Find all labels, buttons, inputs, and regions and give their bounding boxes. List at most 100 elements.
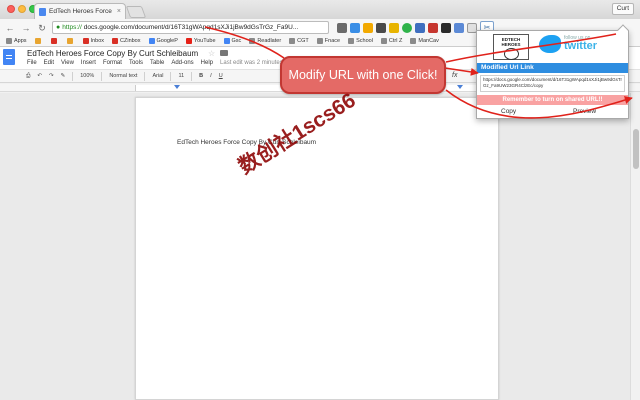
scroll-thumb[interactable] xyxy=(633,129,639,169)
bookmark-label: Ctrl Z xyxy=(388,38,403,44)
extension-icon[interactable] xyxy=(337,22,347,33)
bookmark-item[interactable]: CGT xyxy=(286,38,314,44)
extension-icon[interactable] xyxy=(363,22,373,33)
twitter-wordmark: twitter xyxy=(564,40,597,52)
folder-icon[interactable] xyxy=(220,50,228,56)
copy-button[interactable]: Copy xyxy=(501,108,516,115)
bookmark-favicon-icon xyxy=(82,38,89,44)
tab-close-icon[interactable]: × xyxy=(117,8,121,15)
forward-icon[interactable]: → xyxy=(20,22,32,34)
bookmark-label: Gsc xyxy=(231,38,242,44)
font-select[interactable]: Arial xyxy=(152,73,163,79)
address-bar[interactable]: ● https:// docs.google.com/document/d/16… xyxy=(52,21,329,34)
bookmark-item[interactable]: School xyxy=(345,38,378,44)
bookmark-favicon-icon xyxy=(380,38,387,44)
menu-item-tools[interactable]: Tools xyxy=(129,60,143,66)
toolbar-divider xyxy=(72,71,74,81)
underline-button[interactable]: U xyxy=(219,73,223,79)
extension-icon[interactable] xyxy=(376,22,386,33)
bookmark-label: Inbox xyxy=(90,38,105,44)
browser-tab[interactable]: EdTech Heroes Force Copy × xyxy=(34,3,126,19)
docs-favicon-icon xyxy=(39,7,46,16)
toolbar-divider xyxy=(170,71,172,81)
toolbar-divider xyxy=(144,71,146,81)
bookmark-favicon-icon xyxy=(410,38,417,44)
bookmark-label: Apps xyxy=(14,38,27,44)
print-icon[interactable]: ⎙ xyxy=(26,73,30,80)
bookmark-item[interactable]: Fnace xyxy=(314,38,345,44)
bookmark-item[interactable]: ManCav xyxy=(407,38,443,44)
bookmark-item[interactable] xyxy=(32,38,48,44)
bookmark-label: CGT xyxy=(297,38,309,44)
modified-url-field[interactable]: https://docs.google.com/document/d/16T31… xyxy=(480,75,625,92)
bookmark-favicon-icon xyxy=(66,38,73,44)
bookmark-favicon-icon xyxy=(249,38,256,44)
bookmark-favicon-icon xyxy=(34,38,41,44)
bookmark-item[interactable]: CZinbox xyxy=(109,38,145,44)
formula-icon[interactable]: fx xyxy=(452,72,457,79)
bookmark-item[interactable]: Readlater xyxy=(246,38,286,44)
right-indent-marker-icon[interactable] xyxy=(457,85,463,89)
bookmark-item[interactable]: GoogleP xyxy=(146,38,183,44)
font-size-select[interactable]: 11 xyxy=(178,73,184,79)
bookmark-item[interactable] xyxy=(64,38,80,44)
bookmark-label: Fnace xyxy=(324,38,341,44)
bookmark-favicon-icon xyxy=(6,38,12,44)
bookmark-item[interactable]: Inbox xyxy=(80,38,109,44)
menu-item-addons[interactable]: Add-ons xyxy=(171,60,193,66)
menu-item-table[interactable]: Table xyxy=(150,60,164,66)
bookmark-favicon-icon xyxy=(148,38,155,44)
extension-icon[interactable] xyxy=(389,22,399,33)
bookmark-item[interactable]: Ctrl Z xyxy=(378,38,407,44)
undo-icon[interactable]: ↶ xyxy=(37,73,42,79)
bookmark-favicon-icon xyxy=(50,38,57,44)
document-page[interactable]: EdTech Heroes Force Copy By Curt Schleib… xyxy=(135,97,499,400)
bookmark-item[interactable]: YouTube xyxy=(183,38,221,44)
bookmark-label: School xyxy=(356,38,373,44)
edtech-heroes-logo[interactable]: EDTECH HEROES xyxy=(493,34,529,60)
bookmark-item[interactable]: Gsc xyxy=(221,38,247,44)
vertical-scrollbar[interactable] xyxy=(630,93,640,400)
extension-icon[interactable] xyxy=(441,22,451,33)
url-protocol: https:// xyxy=(62,24,82,31)
logo-emblem-icon xyxy=(503,48,519,60)
bookmark-label: GoogleP xyxy=(156,38,178,44)
extension-icon[interactable] xyxy=(402,22,412,33)
style-select[interactable]: Normal text xyxy=(109,73,137,79)
star-icon[interactable]: ☆ xyxy=(208,49,215,58)
indent-marker-icon[interactable] xyxy=(174,85,180,89)
extension-icon[interactable] xyxy=(428,22,438,33)
extension-icon[interactable] xyxy=(454,22,464,33)
bookmark-favicon-icon xyxy=(223,38,230,44)
menu-item-format[interactable]: Format xyxy=(103,60,122,66)
document-canvas: EdTech Heroes Force Copy By Curt Schleib… xyxy=(0,93,640,400)
preview-button[interactable]: Preview xyxy=(573,108,596,115)
extension-icon[interactable] xyxy=(415,22,425,33)
menu-item-file[interactable]: File xyxy=(27,60,37,66)
menu-item-insert[interactable]: Insert xyxy=(81,60,96,66)
back-icon[interactable]: ← xyxy=(4,22,16,34)
window-minimize-button[interactable] xyxy=(18,5,26,13)
bold-button[interactable]: B xyxy=(199,73,203,79)
twitter-follow-link[interactable]: follow us on twitter xyxy=(539,35,597,53)
menu-item-edit[interactable]: Edit xyxy=(44,60,54,66)
extension-icon[interactable] xyxy=(350,22,360,33)
toolbar-divider xyxy=(101,71,103,81)
paint-format-icon[interactable]: ✎ xyxy=(61,73,66,79)
bookmark-favicon-icon xyxy=(289,38,296,44)
bookmark-item[interactable]: Apps xyxy=(3,38,32,44)
reload-icon[interactable]: ↻ xyxy=(36,22,48,34)
window-close-button[interactable] xyxy=(7,5,15,13)
italic-button[interactable]: I xyxy=(210,73,212,79)
document-title[interactable]: EdTech Heroes Force Copy By Curt Schleib… xyxy=(27,49,198,58)
docs-logo-icon[interactable] xyxy=(3,49,15,65)
new-tab-button[interactable] xyxy=(125,6,147,18)
user-profile-button[interactable]: Curt xyxy=(611,3,634,15)
zoom-select[interactable]: 100% xyxy=(80,73,94,79)
url-text: docs.google.com/document/d/16T31gWApqd1s… xyxy=(83,24,299,31)
menu-item-help[interactable]: Help xyxy=(201,60,213,66)
menu-item-view[interactable]: View xyxy=(61,60,74,66)
docs-menu-bar: File Edit View Insert Format Tools Table Add-on… xyxy=(27,60,294,66)
bookmark-item[interactable] xyxy=(48,38,64,44)
redo-icon[interactable]: ↷ xyxy=(49,73,54,79)
